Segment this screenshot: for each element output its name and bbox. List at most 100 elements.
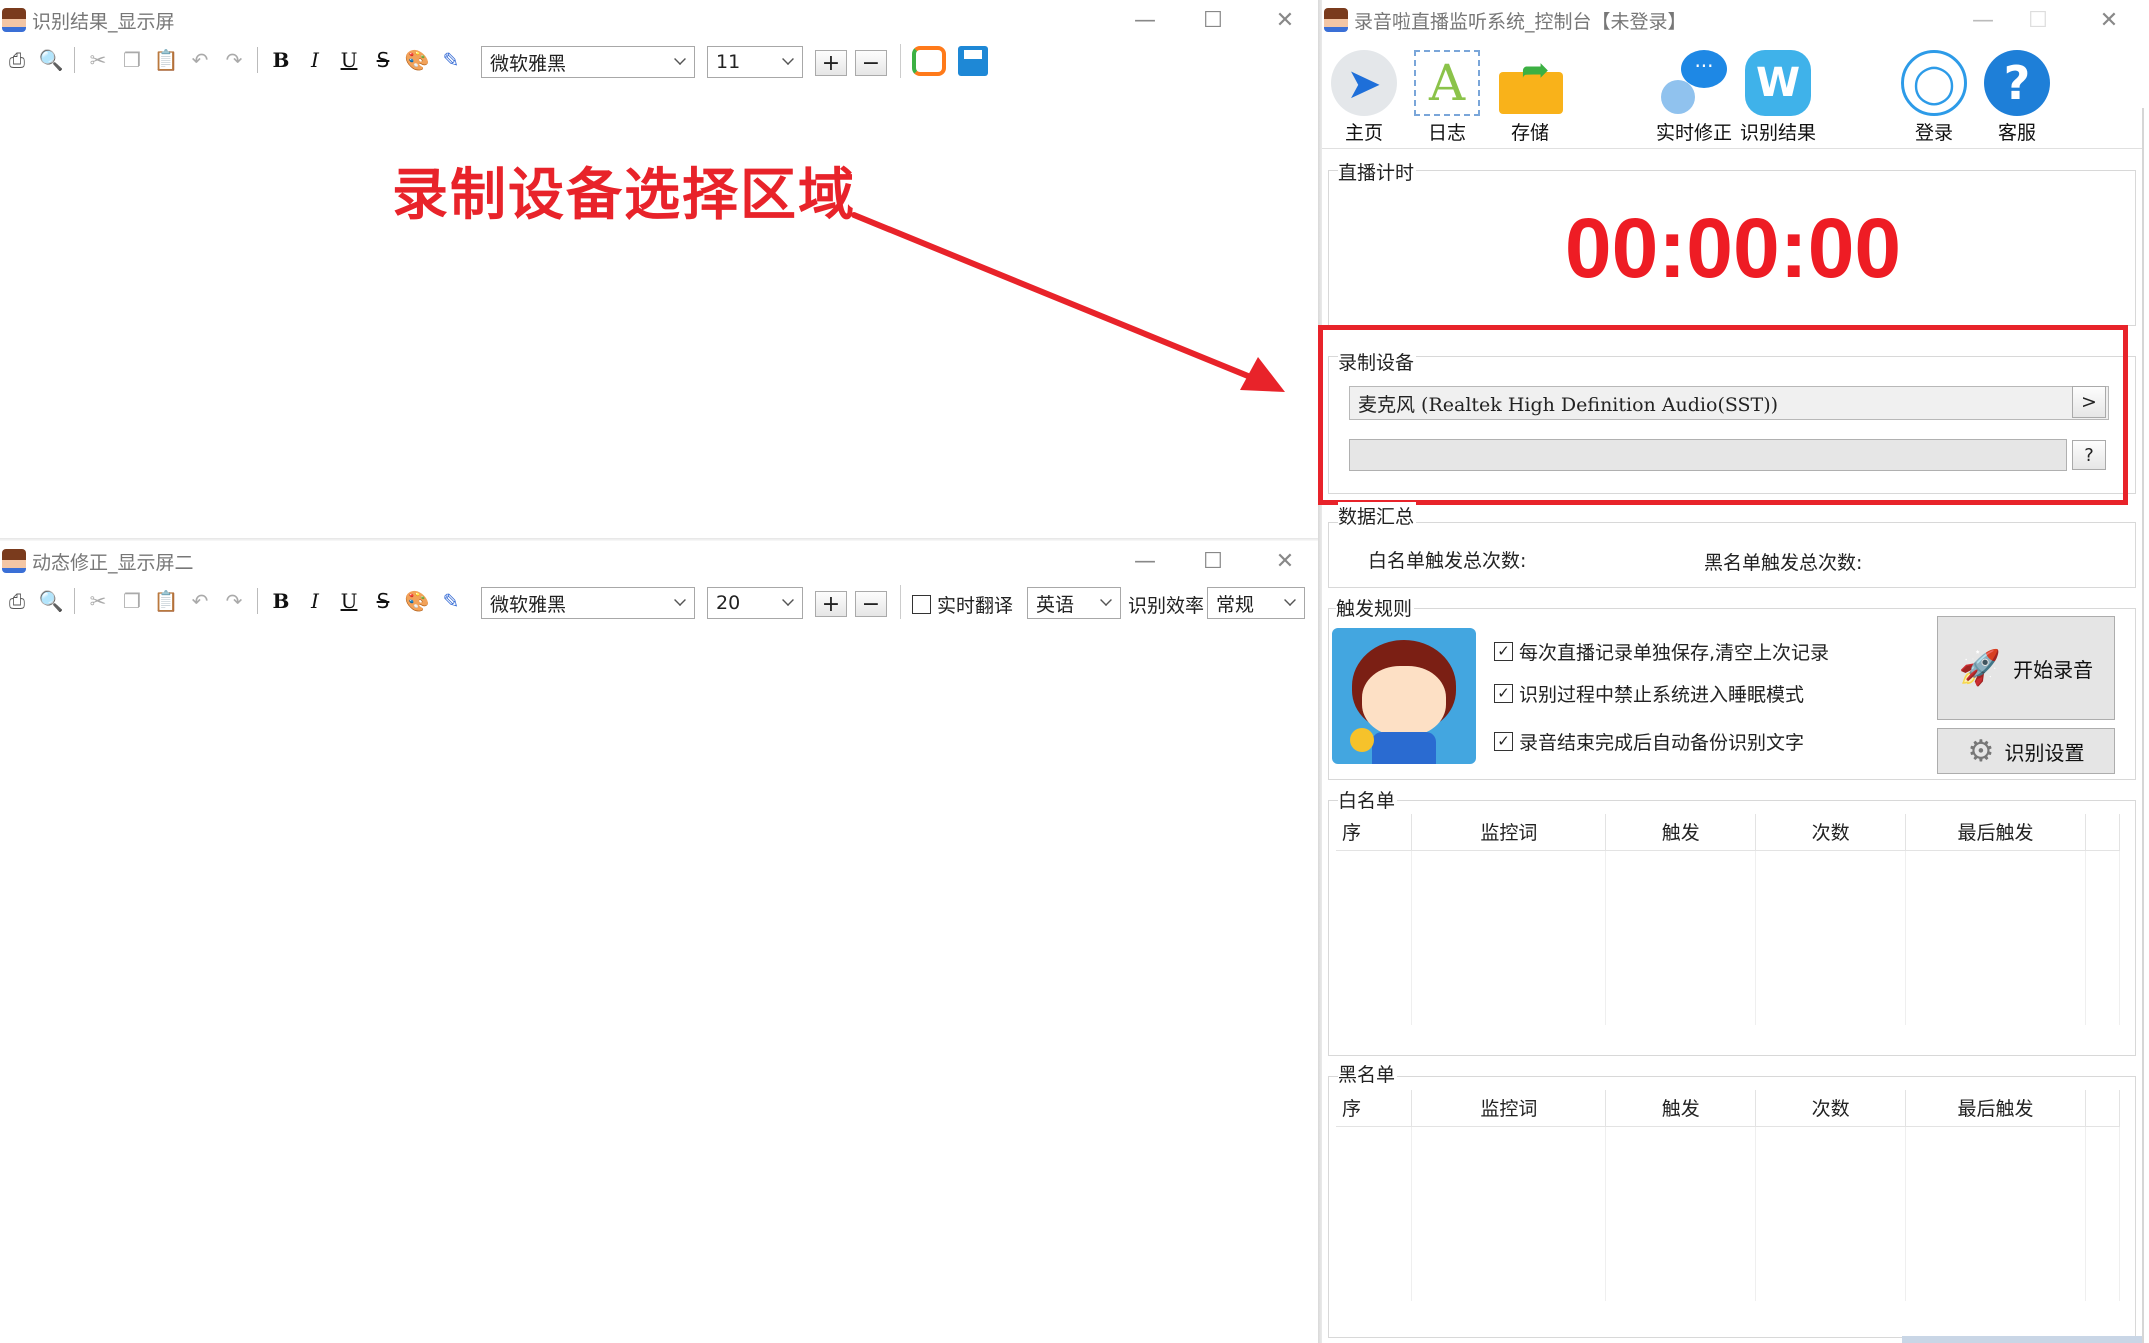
save-icon[interactable] bbox=[958, 46, 988, 76]
print-icon[interactable]: ⎙ bbox=[0, 584, 34, 618]
text-color-icon[interactable]: 🎨 bbox=[400, 584, 434, 618]
efficiency-select[interactable]: 常规 bbox=[1207, 587, 1305, 619]
correction-window: 动态修正_显示屏二 — ☐ ✕ ⎙ 🔍 ✂ ❐ 📋 ↶ ↷ B I U S 🎨 … bbox=[0, 541, 1320, 1343]
maximize-button[interactable]: ☐ bbox=[1180, 541, 1246, 581]
highlight-icon[interactable]: ✎ bbox=[434, 43, 468, 77]
maximize-button[interactable]: ☐ bbox=[1180, 0, 1246, 40]
strikethrough-icon[interactable]: S bbox=[366, 584, 400, 618]
close-button[interactable]: ✕ bbox=[2076, 0, 2142, 40]
rule-checkbox-3[interactable]: ✓ 录音结束完成后自动备份识别文字 bbox=[1494, 728, 1804, 755]
nav-storage[interactable]: ➦ 存储 bbox=[1490, 50, 1570, 145]
gear-icon: ⚙ bbox=[1967, 733, 1995, 769]
print-icon[interactable]: ⎙ bbox=[0, 43, 34, 77]
paste-icon[interactable]: 📋 bbox=[149, 584, 183, 618]
paste-icon[interactable]: 📋 bbox=[149, 43, 183, 77]
table-row bbox=[1336, 920, 2121, 955]
column-index[interactable]: 序 bbox=[1336, 1090, 1413, 1127]
bold-icon[interactable]: B bbox=[264, 584, 298, 618]
status-strip bbox=[1902, 1336, 2142, 1343]
mascot-body bbox=[1372, 732, 1436, 764]
chevron-down-icon bbox=[1284, 594, 1296, 606]
print-preview-icon[interactable]: 🔍 bbox=[34, 584, 68, 618]
column-filler bbox=[2085, 1090, 2121, 1127]
correction-text-area[interactable] bbox=[0, 625, 1310, 1325]
cut-icon[interactable]: ✂ bbox=[81, 43, 115, 77]
mascot-image bbox=[1332, 628, 1476, 764]
person-silhouette bbox=[1661, 80, 1695, 114]
undo-icon[interactable]: ↶ bbox=[183, 43, 217, 77]
column-index[interactable]: 序 bbox=[1336, 814, 1413, 851]
column-keyword[interactable]: 监控词 bbox=[1411, 814, 1607, 851]
close-button[interactable]: ✕ bbox=[1252, 0, 1318, 40]
undo-icon[interactable]: ↶ bbox=[183, 584, 217, 618]
rule-checkbox-1[interactable]: ✓ 每次直播记录单独保存,清空上次记录 bbox=[1494, 638, 1829, 665]
recognition-settings-button[interactable]: ⚙ 识别设置 bbox=[1937, 728, 2115, 774]
nav-support[interactable]: ? 客服 bbox=[1977, 50, 2057, 145]
redo-icon[interactable]: ↷ bbox=[217, 584, 251, 618]
column-trigger[interactable]: 触发 bbox=[1605, 814, 1757, 851]
print-preview-icon[interactable]: 🔍 bbox=[34, 43, 68, 77]
refresh-icon[interactable] bbox=[912, 46, 946, 76]
nav-log-label: 日志 bbox=[1427, 122, 1466, 144]
minimize-button[interactable]: — bbox=[1112, 0, 1178, 40]
underline-icon[interactable]: U bbox=[332, 43, 366, 77]
column-filler bbox=[2085, 814, 2121, 851]
start-recording-button[interactable]: 🚀 开始录音 bbox=[1937, 616, 2115, 720]
close-button[interactable]: ✕ bbox=[1252, 541, 1318, 581]
font-decrease-button[interactable]: − bbox=[855, 50, 887, 76]
column-keyword[interactable]: 监控词 bbox=[1411, 1090, 1607, 1127]
language-select[interactable]: 英语 bbox=[1027, 587, 1121, 619]
copy-icon[interactable]: ❐ bbox=[115, 43, 149, 77]
copy-icon[interactable]: ❐ bbox=[115, 584, 149, 618]
font-increase-button[interactable]: + bbox=[815, 591, 847, 617]
blacklist-total-label: 黑名单触发总次数: bbox=[1704, 552, 1863, 574]
console-title: 录音啦直播监听系统_控制台【未登录】 bbox=[1354, 10, 1687, 33]
font-increase-button[interactable]: + bbox=[815, 50, 847, 76]
whitelist-total-label: 白名单触发总次数: bbox=[1368, 550, 1527, 572]
annotation-arrow bbox=[851, 212, 1285, 392]
font-family-value: 微软雅黑 bbox=[490, 593, 567, 616]
font-family-value: 微软雅黑 bbox=[490, 52, 567, 75]
nav-login[interactable]: ◯ 登录 bbox=[1894, 50, 1974, 145]
minimize-button[interactable]: — bbox=[1112, 541, 1178, 581]
column-last-trigger[interactable]: 最后触发 bbox=[1905, 1090, 2086, 1127]
rule-label-3: 录音结束完成后自动备份识别文字 bbox=[1519, 732, 1805, 754]
result-window-title: 识别结果_显示屏 bbox=[32, 10, 175, 33]
cut-icon[interactable]: ✂ bbox=[81, 584, 115, 618]
column-count[interactable]: 次数 bbox=[1755, 814, 1907, 851]
column-trigger[interactable]: 触发 bbox=[1605, 1090, 1757, 1127]
blacklist-table[interactable]: 序 监控词 触发 次数 最后触发 bbox=[1336, 1090, 2121, 1301]
font-family-select[interactable]: 微软雅黑 bbox=[481, 587, 695, 619]
nav-home-label: 主页 bbox=[1344, 122, 1383, 144]
mascot-face bbox=[1362, 666, 1446, 736]
checkbox-box: ✓ bbox=[1494, 642, 1513, 661]
column-count[interactable]: 次数 bbox=[1755, 1090, 1907, 1127]
font-decrease-button[interactable]: − bbox=[855, 591, 887, 617]
font-family-select[interactable]: 微软雅黑 bbox=[481, 46, 695, 78]
checkbox-box: ✓ bbox=[1494, 732, 1513, 751]
column-last-trigger[interactable]: 最后触发 bbox=[1905, 814, 2086, 851]
underline-icon[interactable]: U bbox=[332, 584, 366, 618]
table-row bbox=[1336, 1161, 2121, 1196]
rule-checkbox-2[interactable]: ✓ 识别过程中禁止系统进入睡眠模式 bbox=[1494, 680, 1804, 707]
nav-recognition-results[interactable]: W 识别结果 bbox=[1728, 50, 1828, 145]
table-row bbox=[1336, 1196, 2121, 1231]
nav-recognition-results-label: 识别结果 bbox=[1739, 122, 1816, 144]
italic-icon[interactable]: I bbox=[298, 43, 332, 77]
font-size-select[interactable]: 11 bbox=[707, 46, 803, 78]
blacklist-label: 黑名单 bbox=[1338, 1060, 1398, 1087]
app-icon bbox=[2, 8, 26, 32]
strikethrough-icon[interactable]: S bbox=[366, 43, 400, 77]
font-size-select[interactable]: 20 bbox=[707, 587, 803, 619]
redo-icon[interactable]: ↷ bbox=[217, 43, 251, 77]
nav-home[interactable]: ➤ 主页 bbox=[1324, 50, 1404, 145]
maximize-button[interactable]: ☐ bbox=[2005, 0, 2071, 40]
text-color-icon[interactable]: 🎨 bbox=[400, 43, 434, 77]
whitelist-table[interactable]: 序 监控词 触发 次数 最后触发 bbox=[1336, 814, 2121, 1025]
realtime-translate-checkbox[interactable]: 实时翻译 bbox=[912, 591, 1013, 618]
nav-log[interactable]: A 日志 bbox=[1407, 50, 1487, 145]
highlight-icon[interactable]: ✎ bbox=[434, 584, 468, 618]
italic-icon[interactable]: I bbox=[298, 584, 332, 618]
bold-icon[interactable]: B bbox=[264, 43, 298, 77]
console-right-border bbox=[2142, 108, 2144, 1343]
